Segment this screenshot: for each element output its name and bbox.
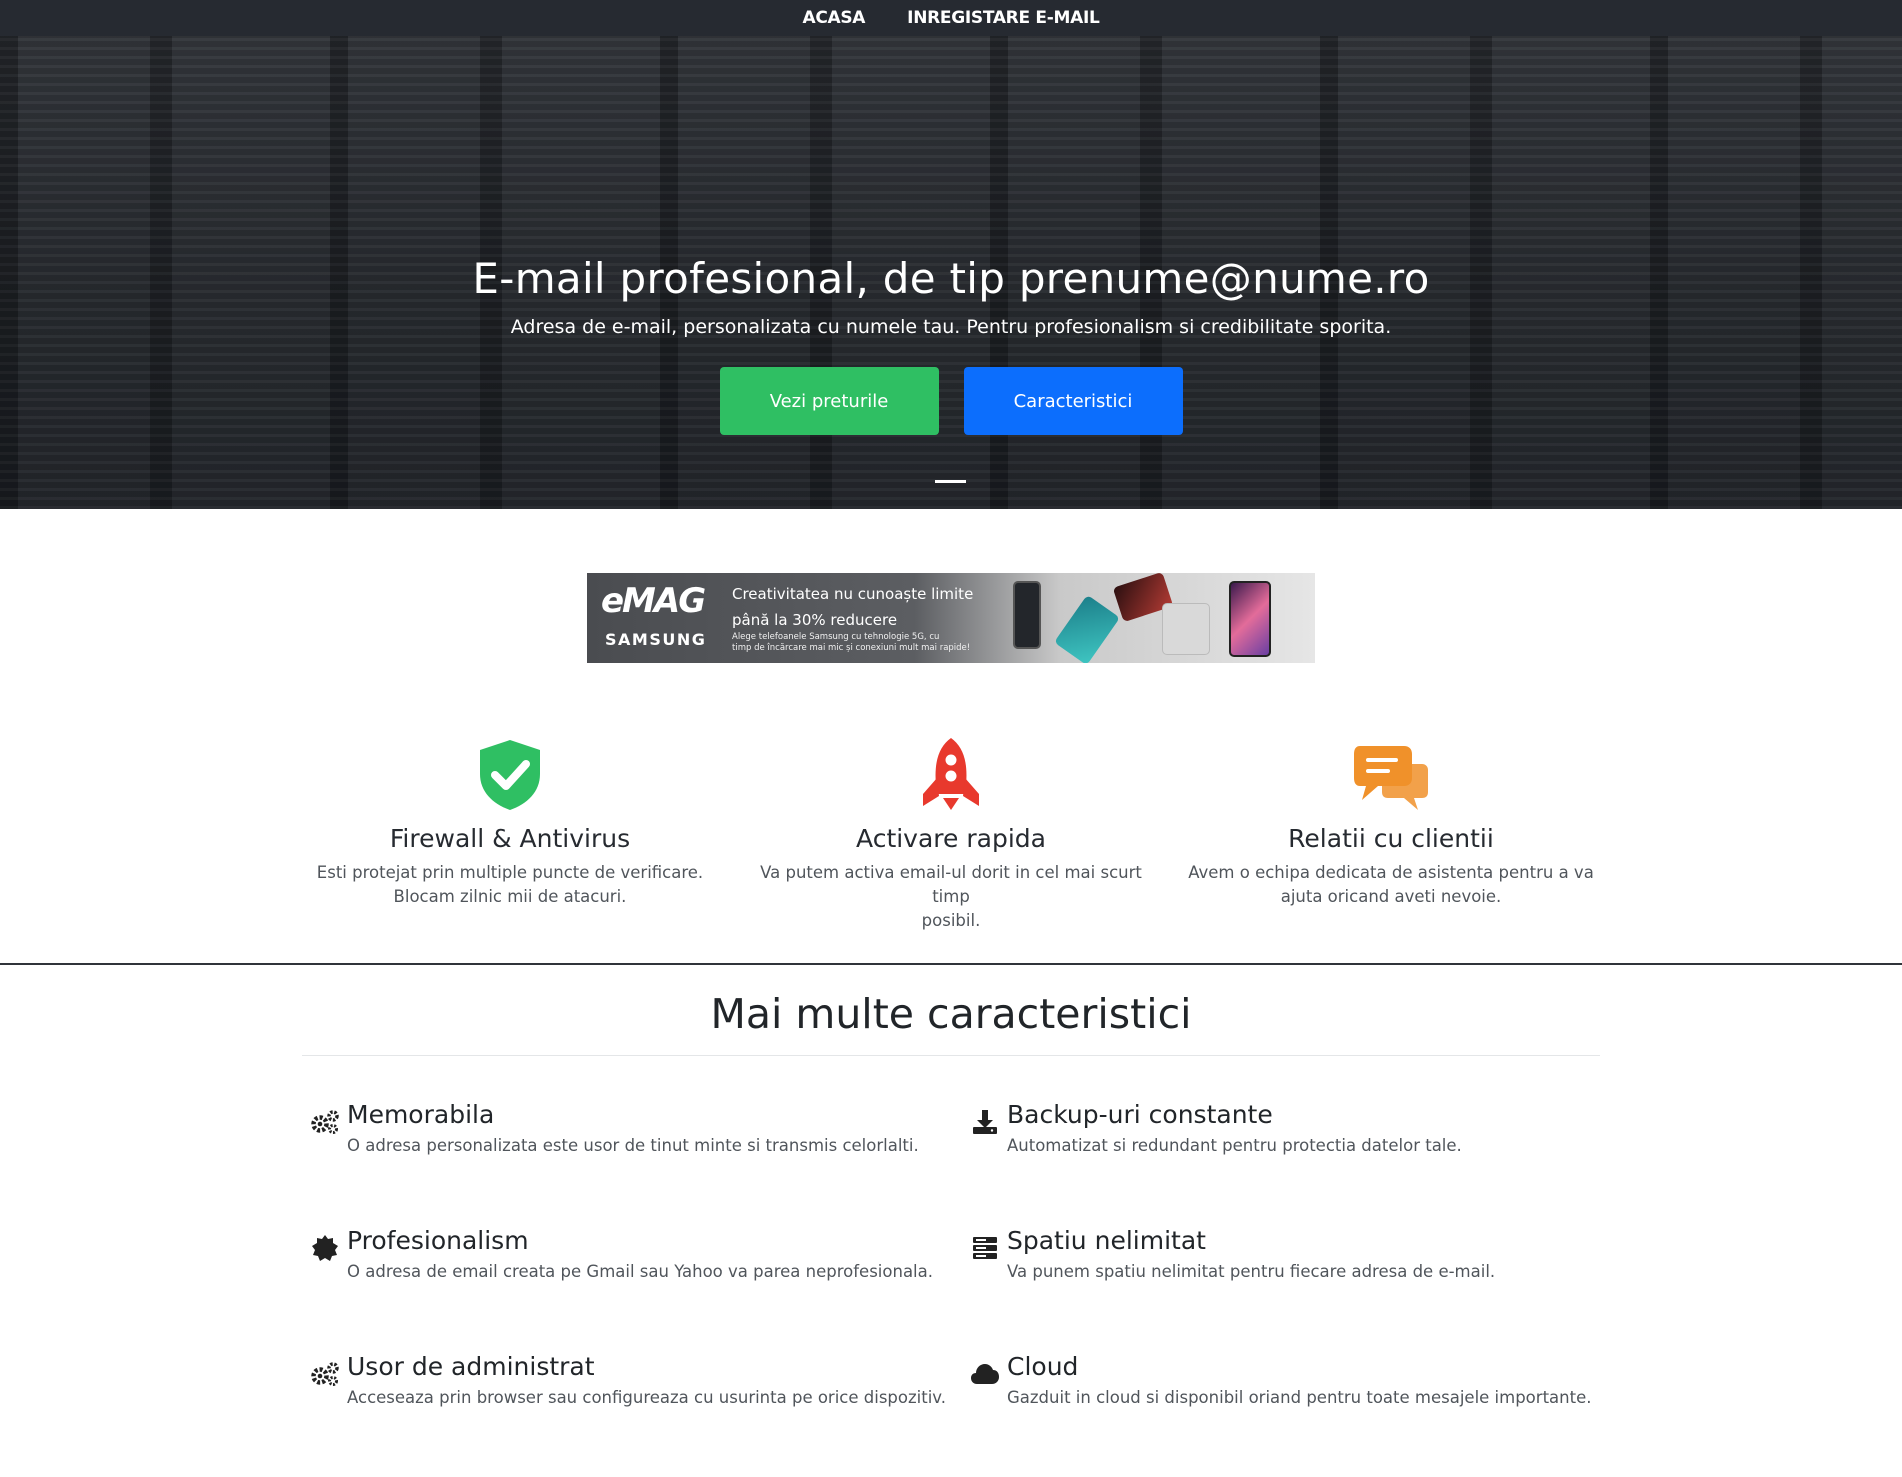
section-divider bbox=[0, 963, 1902, 965]
certificate-icon bbox=[312, 1235, 338, 1261]
feature-item-title: Memorabila bbox=[347, 1100, 495, 1129]
phone-image bbox=[1053, 594, 1121, 663]
feature-item-title: Spatiu nelimitat bbox=[1007, 1226, 1206, 1255]
hero-title: E-mail profesional, de tip prenume@nume.… bbox=[472, 254, 1430, 303]
phone-image bbox=[1013, 581, 1041, 649]
top-navigation: ACASA INREGISTARE E-MAIL bbox=[0, 0, 1902, 36]
feature-item-text: Acceseaza prin browser sau configureaza … bbox=[347, 1388, 947, 1407]
feature-title: Activare rapida bbox=[856, 824, 1046, 853]
gears-icon bbox=[311, 1110, 339, 1134]
feature-customer-relations: Relatii cu clientii Avem o echipa dedica… bbox=[1186, 736, 1596, 909]
phone-image bbox=[1162, 603, 1210, 655]
feature-item-text: Va punem spatiu nelimitat pentru fiecare… bbox=[1007, 1262, 1496, 1281]
hero-section: E-mail profesional, de tip prenume@nume.… bbox=[0, 36, 1902, 509]
phone-image bbox=[1229, 581, 1271, 657]
title-underline bbox=[302, 1055, 1600, 1056]
banner-fine-print-2: timp de încărcare mai mic și conexiuni m… bbox=[732, 643, 971, 653]
samsung-logo: SAMSUNG bbox=[605, 630, 707, 649]
nav-link-acasa[interactable]: ACASA bbox=[802, 8, 865, 28]
download-icon bbox=[973, 1110, 997, 1134]
feature-description: Va putem activa email-ul dorit in cel ma… bbox=[760, 863, 1142, 906]
feature-item-text: Automatizat si redundant pentru protecti… bbox=[1007, 1136, 1462, 1155]
banner-fine-print: Alege telefoanele Samsung cu tehnologie … bbox=[732, 632, 940, 642]
feature-firewall: Firewall & Antivirus Esti protejat prin … bbox=[305, 736, 715, 909]
feature-item-text: O adresa personalizata este usor de tinu… bbox=[347, 1136, 919, 1155]
carousel-indicator[interactable] bbox=[935, 480, 966, 483]
feature-description: ajuta oricand aveti nevoie. bbox=[1280, 887, 1502, 906]
chat-bubbles-icon bbox=[1354, 746, 1428, 810]
banner-discount: până la 30% reducere bbox=[732, 611, 898, 629]
banner-headline: Creativitatea nu cunoaște limite bbox=[732, 585, 974, 603]
features-button[interactable]: Caracteristici bbox=[963, 367, 1183, 435]
feature-item-title: Backup-uri constante bbox=[1007, 1100, 1273, 1129]
feature-title: Relatii cu clientii bbox=[1288, 824, 1494, 853]
gears-icon bbox=[311, 1362, 339, 1386]
feature-description: Avem o echipa dedicata de asistenta pent… bbox=[1188, 863, 1594, 882]
shield-check-icon bbox=[480, 740, 540, 810]
emag-samsung-banner-ad[interactable]: eMAG SAMSUNG Creativitatea nu cunoaște l… bbox=[587, 573, 1315, 663]
emag-logo: eMAG bbox=[601, 581, 706, 621]
feature-item-title: Cloud bbox=[1007, 1352, 1079, 1381]
feature-item-text: O adresa de email creata pe Gmail sau Ya… bbox=[347, 1262, 933, 1281]
view-prices-button[interactable]: Vezi preturile bbox=[719, 367, 939, 435]
feature-description: posibil. bbox=[921, 911, 981, 930]
feature-description: Esti protejat prin multiple puncte de ve… bbox=[316, 863, 704, 882]
feature-title: Firewall & Antivirus bbox=[389, 824, 631, 853]
cloud-icon bbox=[971, 1364, 999, 1384]
feature-description: Blocam zilnic mii de atacuri. bbox=[393, 887, 627, 906]
feature-item-text: Gazduit in cloud si disponibil oriand pe… bbox=[1007, 1388, 1592, 1407]
rocket-icon bbox=[923, 738, 979, 810]
nav-link-inregistrare-email[interactable]: INREGISTARE E-MAIL bbox=[907, 8, 1100, 28]
feature-item-title: Profesionalism bbox=[347, 1226, 529, 1255]
hero-subtitle: Adresa de e-mail, personalizata cu numel… bbox=[510, 316, 1392, 338]
feature-item-title: Usor de administrat bbox=[347, 1352, 595, 1381]
more-features-title: Mai multe caracteristici bbox=[710, 990, 1192, 1038]
feature-activation: Activare rapida Va putem activa email-ul… bbox=[746, 736, 1156, 933]
server-icon bbox=[973, 1237, 997, 1259]
